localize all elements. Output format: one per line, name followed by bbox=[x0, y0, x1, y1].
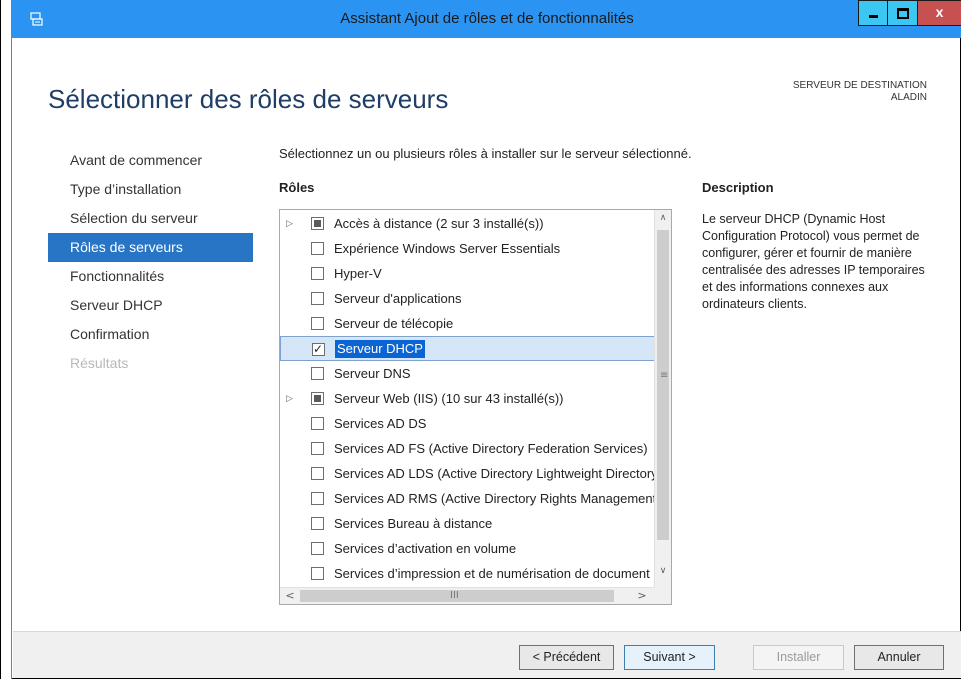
role-row[interactable]: Services Bureau à distance bbox=[280, 511, 655, 536]
role-label: Services d’activation en volume bbox=[334, 541, 517, 556]
destination-server-name: ALADIN bbox=[890, 92, 927, 103]
role-label: Serveur de télécopie bbox=[334, 316, 454, 331]
role-checkbox[interactable] bbox=[311, 317, 324, 330]
description-text: Le serveur DHCP (Dynamic Host Configurat… bbox=[702, 212, 925, 311]
expand-arrow-icon[interactable]: ▷ bbox=[286, 211, 296, 236]
install-button: Installer bbox=[753, 645, 844, 670]
role-checkbox[interactable] bbox=[311, 267, 324, 280]
title-bar[interactable]: Assistant Ajout de rôles et de fonctionn… bbox=[12, 0, 961, 38]
vertical-scroll-thumb[interactable]: ≡ bbox=[657, 230, 669, 540]
role-label: Serveur DHCP bbox=[335, 340, 425, 358]
role-row[interactable]: ▷ Serveur Web (IIS) (10 sur 43 installé(s… bbox=[280, 386, 655, 411]
role-checkbox[interactable] bbox=[311, 242, 324, 255]
role-row[interactable]: Services d’impression et de numérisation… bbox=[280, 561, 655, 586]
nav-item-server-roles[interactable]: Rôles de serveurs bbox=[48, 233, 253, 262]
scroll-left-icon[interactable]: < bbox=[282, 588, 298, 604]
nav-item-confirmation[interactable]: Confirmation bbox=[48, 320, 253, 349]
instruction-text: Sélectionnez un ou plusieurs rôles à ins… bbox=[279, 146, 692, 161]
scroll-right-icon[interactable]: > bbox=[634, 588, 650, 604]
role-row[interactable]: Services AD DS bbox=[280, 411, 655, 436]
role-label: Accès à distance (2 sur 3 installé(s)) bbox=[334, 216, 544, 231]
role-label: Services AD DS bbox=[334, 416, 427, 431]
role-checkbox[interactable] bbox=[311, 417, 324, 430]
description-heading: Description bbox=[702, 180, 774, 195]
role-row[interactable]: ▷ Accès à distance (2 sur 3 installé(s)) bbox=[280, 211, 655, 236]
wizard-window: Assistant Ajout de rôles et de fonctionn… bbox=[0, 0, 961, 679]
role-label: Serveur Web (IIS) (10 sur 43 installé(s)… bbox=[334, 391, 564, 406]
role-checkbox[interactable] bbox=[311, 542, 324, 555]
role-label: Services d’impression et de numérisation… bbox=[334, 566, 650, 581]
role-label: Serveur d'applications bbox=[334, 291, 462, 306]
horizontal-scrollbar[interactable]: < III > bbox=[280, 587, 655, 604]
role-checkbox[interactable] bbox=[312, 337, 325, 362]
role-label: Services AD FS (Active Directory Federat… bbox=[334, 441, 648, 456]
role-checkbox[interactable] bbox=[311, 367, 324, 380]
scroll-corner bbox=[654, 587, 671, 604]
role-checkbox[interactable] bbox=[311, 567, 324, 580]
close-icon: x bbox=[935, 4, 944, 20]
nav-item-server-selection[interactable]: Sélection du serveur bbox=[48, 204, 253, 233]
wizard-nav: Avant de commencer Type d’installation S… bbox=[48, 146, 253, 378]
maximize-button[interactable] bbox=[888, 0, 918, 26]
scroll-down-icon[interactable]: ∨ bbox=[655, 566, 671, 576]
window-title: Assistant Ajout de rôles et de fonctionn… bbox=[340, 10, 634, 27]
role-checkbox[interactable] bbox=[311, 392, 324, 405]
role-checkbox[interactable] bbox=[311, 467, 324, 480]
nav-item-installation-type[interactable]: Type d’installation bbox=[48, 175, 253, 204]
role-row[interactable]: Serveur DHCP bbox=[280, 336, 655, 362]
role-label: Services Bureau à distance bbox=[334, 516, 493, 531]
role-row[interactable]: Services AD LDS (Active Directory Lightw… bbox=[280, 461, 655, 486]
role-label: Services AD LDS (Active Directory Lightw… bbox=[334, 466, 655, 481]
role-label: Expérience Windows Server Essentials bbox=[334, 241, 561, 256]
roles-heading: Rôles bbox=[279, 180, 315, 195]
role-row[interactable]: Serveur de télécopie bbox=[280, 311, 655, 336]
vertical-scrollbar[interactable]: ∧ ≡ ∨ bbox=[654, 210, 671, 587]
role-row[interactable]: Serveur DNS bbox=[280, 361, 655, 386]
role-label: Services AD RMS (Active Directory Rights… bbox=[334, 491, 655, 506]
roles-list[interactable]: ▷ Accès à distance (2 sur 3 installé(s)) E… bbox=[279, 209, 672, 605]
role-checkbox[interactable] bbox=[311, 292, 324, 305]
nav-item-dhcp-server[interactable]: Serveur DHCP bbox=[48, 291, 253, 320]
previous-button[interactable]: < Précédent bbox=[519, 645, 614, 670]
role-checkbox[interactable] bbox=[311, 217, 324, 230]
cancel-button[interactable]: Annuler bbox=[854, 645, 944, 670]
expand-arrow-icon[interactable]: ▷ bbox=[286, 386, 296, 411]
role-row[interactable]: Services d’activation en volume bbox=[280, 536, 655, 561]
nav-item-before-you-begin[interactable]: Avant de commencer bbox=[48, 146, 253, 175]
role-label: Serveur DNS bbox=[334, 366, 411, 381]
next-button[interactable]: Suivant > bbox=[624, 645, 715, 670]
window-left-border bbox=[1, 0, 12, 679]
role-label: Hyper-V bbox=[334, 266, 382, 281]
role-checkbox[interactable] bbox=[311, 442, 324, 455]
roles-list-items: ▷ Accès à distance (2 sur 3 installé(s)) E… bbox=[280, 211, 655, 586]
nav-item-results: Résultats bbox=[70, 355, 129, 371]
grip-icon: ≡ bbox=[660, 370, 669, 381]
hgrip-icon: III bbox=[450, 590, 459, 601]
close-button[interactable]: x bbox=[918, 0, 961, 26]
destination-server: SERVEUR DE DESTINATION ALADIN bbox=[793, 80, 927, 104]
role-row[interactable]: Services AD RMS (Active Directory Rights… bbox=[280, 486, 655, 511]
role-row[interactable]: Services AD FS (Active Directory Federat… bbox=[280, 436, 655, 461]
nav-item-features[interactable]: Fonctionnalités bbox=[48, 262, 253, 291]
destination-label: SERVEUR DE DESTINATION bbox=[792, 80, 927, 91]
role-checkbox[interactable] bbox=[311, 517, 324, 530]
role-checkbox[interactable] bbox=[311, 492, 324, 505]
minimize-button[interactable] bbox=[858, 0, 888, 26]
role-row[interactable]: Expérience Windows Server Essentials bbox=[280, 236, 655, 261]
role-row[interactable]: Serveur d'applications bbox=[280, 286, 655, 311]
role-row[interactable]: Hyper-V bbox=[280, 261, 655, 286]
scroll-up-icon[interactable]: ∧ bbox=[655, 213, 671, 223]
page-title: Sélectionner des rôles de serveurs bbox=[48, 84, 449, 114]
